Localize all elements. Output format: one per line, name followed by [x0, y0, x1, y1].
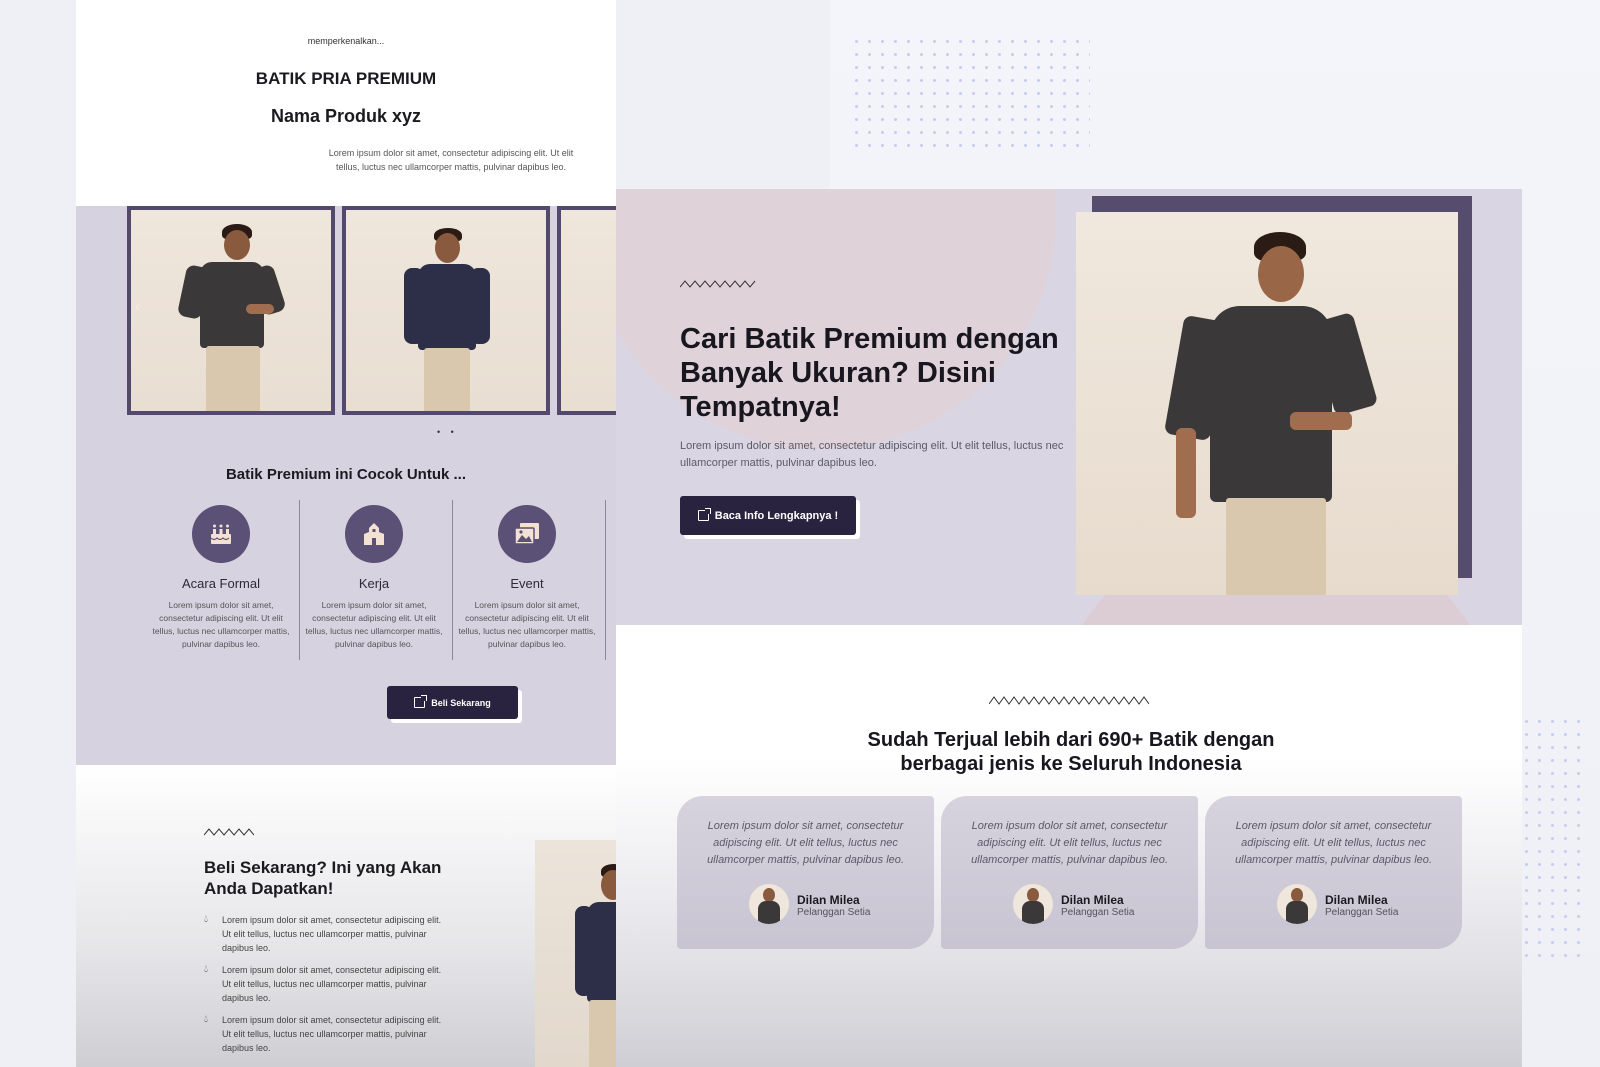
benefit-text: Lorem ipsum dolor sit amet, consectetur … [222, 1015, 442, 1053]
benefit-item: 💧︎ Lorem ipsum dolor sit amet, consectet… [204, 1013, 444, 1055]
divider [605, 500, 606, 660]
testimonial-card: Lorem ipsum dolor sit amet, consectetur … [1205, 796, 1462, 949]
customer-role: Pelanggan Setia [1061, 907, 1135, 918]
zigzag-decoration [204, 828, 254, 836]
feature-card: Acara Formal Lorem ipsum dolor sit amet,… [146, 505, 296, 651]
customer-name: Dilan Milea [1061, 893, 1124, 907]
avatar [1013, 884, 1053, 924]
benefits-title: Beli Sekarang? Ini yang Akan Anda Dapatk… [204, 858, 442, 898]
carousel-slide[interactable]: ‹ [127, 206, 335, 415]
carousel-pagination-dots[interactable]: • • [437, 427, 458, 437]
dot-pattern-decoration [850, 35, 1090, 155]
buy-now-button[interactable]: Beli Sekarang [387, 686, 518, 719]
zigzag-decoration [989, 696, 1149, 705]
benefit-text: Lorem ipsum dolor sit amet, consectetur … [222, 965, 442, 1003]
office-building-icon [345, 505, 403, 563]
photo-gallery-icon [498, 505, 556, 563]
left-page-content: ‹ • • Batik Premium ini Cocok Untuk ... … [76, 0, 616, 1067]
drop-icon: 💧︎ [204, 914, 208, 925]
model-photo [535, 840, 616, 1067]
feature-name: Kerja [358, 576, 390, 591]
read-more-button[interactable]: Baca Info Lengkapnya ! [680, 496, 856, 535]
suits-section-title: Batik Premium ini Cocok Untuk ... [225, 466, 467, 483]
external-link-icon [414, 695, 428, 708]
testimonial-text: Lorem ipsum dolor sit amet, consectetur … [971, 820, 1168, 866]
drop-icon: 💧︎ [204, 1014, 208, 1025]
customer-name: Dilan Milea [797, 893, 860, 907]
testimonial-card: Lorem ipsum dolor sit amet, consectetur … [941, 796, 1198, 949]
benefit-item: 💧︎ Lorem ipsum dolor sit amet, consectet… [204, 913, 444, 955]
model-photo [396, 228, 496, 411]
feature-description: Lorem ipsum dolor sit amet, consectetur … [305, 600, 443, 649]
carousel-slide[interactable] [342, 206, 550, 415]
testimonial-text: Lorem ipsum dolor sit amet, consectetur … [1235, 820, 1432, 866]
buy-now-label: Beli Sekarang [431, 697, 491, 708]
sales-headline: Sudah Terjual lebih dari 690+ Batik deng… [867, 729, 1275, 775]
drop-icon: 💧︎ [204, 964, 208, 975]
chevron-left-icon[interactable]: ‹ [135, 298, 140, 314]
hero-model-photo [1076, 212, 1458, 595]
customer-name: Dilan Milea [1325, 893, 1388, 907]
zigzag-decoration [680, 280, 756, 288]
read-more-label: Baca Info Lengkapnya ! [714, 509, 839, 522]
testimonial-text: Lorem ipsum dolor sit amet, consectetur … [707, 820, 904, 866]
feature-name: Event [510, 576, 544, 591]
feature-card: Kerja Lorem ipsum dolor sit amet, consec… [299, 505, 449, 651]
carousel-slide[interactable] [557, 206, 616, 415]
customer-role: Pelanggan Setia [1325, 907, 1399, 918]
external-link-icon [697, 508, 711, 521]
feature-description: Lorem ipsum dolor sit amet, consectetur … [458, 600, 596, 649]
benefit-item: 💧︎ Lorem ipsum dolor sit amet, consectet… [204, 963, 444, 1005]
testimonial-card: Lorem ipsum dolor sit amet, consectetur … [677, 796, 934, 949]
cake-icon [192, 505, 250, 563]
avatar [1277, 884, 1317, 924]
avatar [749, 884, 789, 924]
model-photo [176, 224, 287, 411]
hero-title: Cari Batik Premium dengan Banyak Ukuran?… [680, 323, 1059, 423]
feature-name: Acara Formal [181, 576, 261, 591]
feature-description: Lorem ipsum dolor sit amet, consectetur … [152, 600, 290, 649]
hero-section: Cari Batik Premium dengan Banyak Ukuran?… [616, 189, 1522, 625]
customer-role: Pelanggan Setia [797, 907, 871, 918]
model-figure [1163, 232, 1379, 595]
benefit-text: Lorem ipsum dolor sit amet, consectetur … [222, 915, 442, 953]
hero-description: Lorem ipsum dolor sit amet, consectetur … [680, 440, 1064, 469]
dot-pattern-decoration [1520, 715, 1590, 960]
feature-card: Event Lorem ipsum dolor sit amet, consec… [452, 505, 602, 651]
